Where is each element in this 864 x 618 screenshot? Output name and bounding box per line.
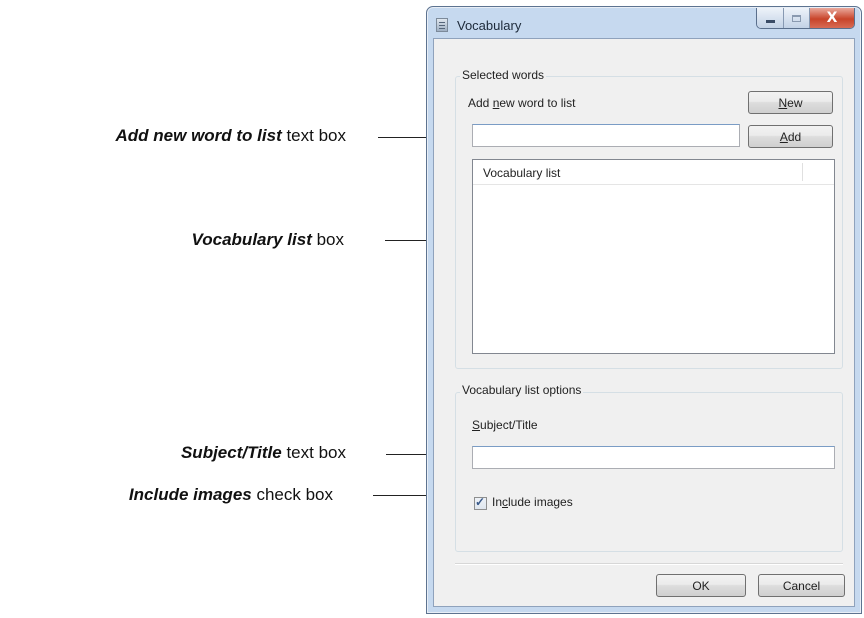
vocabulary-options-group xyxy=(455,392,843,552)
maximize-button[interactable] xyxy=(784,8,810,28)
callout-include-images-checkbox: Include images check box xyxy=(128,485,333,504)
vocabulary-list-column-header[interactable]: Vocabulary list xyxy=(483,166,560,180)
minimize-button[interactable] xyxy=(757,8,784,28)
maximize-icon xyxy=(792,14,801,22)
title-bar[interactable]: Vocabulary X xyxy=(427,7,861,38)
ok-button[interactable]: OK xyxy=(656,574,746,597)
close-button[interactable]: X xyxy=(810,8,854,28)
add-word-input[interactable] xyxy=(472,124,740,147)
cancel-button[interactable]: Cancel xyxy=(758,574,845,597)
include-images-label[interactable]: Include images xyxy=(492,495,573,509)
footer-separator xyxy=(455,563,843,565)
vocabulary-dialog: Vocabulary X Selected words Add new word… xyxy=(426,6,862,614)
column-divider[interactable] xyxy=(802,163,803,181)
new-button[interactable]: New xyxy=(748,91,833,114)
include-images-checkbox[interactable]: ✓ xyxy=(474,495,487,510)
add-word-label: Add new word to list xyxy=(468,96,576,110)
callout-add-word-textbox: Add new word to list text box xyxy=(115,126,346,145)
caption-buttons: X xyxy=(756,8,855,29)
vocabulary-list-header[interactable]: Vocabulary list xyxy=(473,160,834,185)
app-list-icon[interactable] xyxy=(436,18,448,32)
callout-subject-title-textbox: Subject/Title text box xyxy=(180,443,346,462)
callout-vocabulary-list-box: Vocabulary list box xyxy=(191,230,344,249)
minimize-icon xyxy=(765,19,775,23)
dialog-client-area: Selected words Add new word to list New … xyxy=(433,38,855,607)
vocabulary-listbox[interactable]: Vocabulary list xyxy=(472,159,835,354)
vocabulary-options-group-label: Vocabulary list options xyxy=(460,383,584,397)
checkmark-icon: ✓ xyxy=(475,495,486,509)
window-title: Vocabulary xyxy=(457,18,522,33)
subject-title-label: Subject/Title xyxy=(472,418,538,432)
close-icon: X xyxy=(826,10,838,26)
subject-title-input[interactable] xyxy=(472,446,835,469)
selected-words-group-label: Selected words xyxy=(460,68,547,82)
add-button[interactable]: Add xyxy=(748,125,833,148)
